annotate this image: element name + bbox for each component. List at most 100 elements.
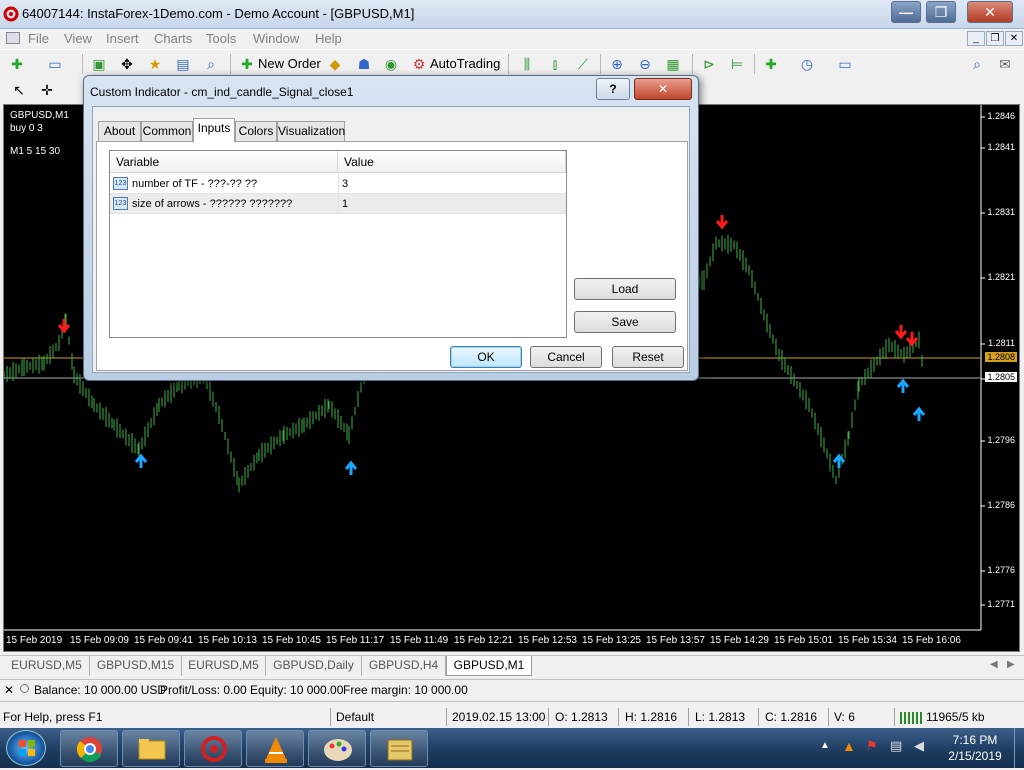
close-text: C: 1.2816: [765, 710, 818, 724]
metaeditor-icon[interactable]: ◆: [326, 55, 344, 73]
tab-about[interactable]: About: [98, 121, 141, 141]
crosshair-icon[interactable]: ✛: [38, 81, 56, 99]
ok-button[interactable]: OK: [450, 346, 522, 368]
profile-text[interactable]: Default: [336, 710, 374, 724]
menu-insert[interactable]: Insert: [106, 31, 139, 46]
taskbar-chrome[interactable]: [60, 730, 118, 767]
tray-volume-icon[interactable]: ◀: [914, 738, 924, 754]
maximize-button[interactable]: ❐: [926, 1, 956, 23]
tab-scroll-right-icon[interactable]: ▶: [1007, 659, 1015, 670]
row-value[interactable]: 1: [338, 194, 566, 214]
community-icon[interactable]: ☗: [355, 55, 373, 73]
favorites-icon[interactable]: ★: [146, 55, 164, 73]
new-chart-icon[interactable]: ✚: [8, 55, 26, 73]
title-bar: 64007144: InstaForex-1Demo.com - Demo Ac…: [0, 0, 1024, 29]
clock-date: 2/15/2019: [948, 749, 1002, 763]
low-text: L: 1.2813: [695, 710, 746, 724]
balance-icon: [20, 684, 29, 693]
profiles-icon[interactable]: ▭: [46, 55, 64, 73]
tray-vlc-icon[interactable]: ▲: [842, 738, 856, 754]
mdi-close-button[interactable]: ✕: [1005, 31, 1023, 46]
price-label: 1.2776: [987, 565, 1015, 575]
search-icon[interactable]: ⌕: [968, 55, 986, 73]
document-icon[interactable]: [6, 32, 20, 44]
time-label: 15 Feb 13:57: [646, 635, 705, 646]
row-variable: size of arrows - ?????? ???????: [132, 198, 293, 210]
tab-eurusd-m5-2[interactable]: EURUSD,M5: [182, 656, 266, 676]
tester-icon[interactable]: ⌕: [202, 55, 220, 73]
menu-window[interactable]: Window: [253, 31, 299, 46]
taskbar-vlc[interactable]: [246, 730, 304, 767]
buy-arrow: [896, 378, 910, 393]
mdi-restore-button[interactable]: ❐: [986, 31, 1004, 46]
save-button[interactable]: Save: [574, 311, 676, 333]
tray-flag-icon[interactable]: ⚑: [866, 738, 878, 754]
profit-text: Profit/Loss: 0.00: [160, 683, 247, 697]
menu-file[interactable]: File: [28, 31, 49, 46]
tab-inputs[interactable]: Inputs: [193, 118, 235, 142]
windows-logo-icon: [19, 740, 35, 756]
taskbar-explorer[interactable]: [122, 730, 180, 767]
market-watch-icon[interactable]: ▣: [90, 55, 108, 73]
time-label: 15 Feb 13:25: [582, 635, 641, 646]
bar-chart-icon[interactable]: ⫼: [518, 55, 536, 73]
autotrading-icon[interactable]: ⚙: [410, 55, 428, 73]
tab-gbpusd-m15[interactable]: GBPUSD,M15: [90, 656, 182, 676]
start-button[interactable]: [6, 730, 46, 766]
new-order-button[interactable]: New Order: [258, 54, 321, 74]
zoom-out-icon[interactable]: ⊖: [636, 55, 654, 73]
load-button[interactable]: Load: [574, 278, 676, 300]
tab-gbpusd-m1[interactable]: GBPUSD,M1: [446, 656, 532, 676]
taskbar-terminal[interactable]: [184, 730, 242, 767]
tab-visualization[interactable]: Visualization: [277, 121, 345, 141]
zoom-in-icon[interactable]: ⊕: [608, 55, 626, 73]
dialog-help-button[interactable]: ?: [596, 78, 630, 100]
terminal-icon[interactable]: ▤: [174, 55, 192, 73]
tray-expand-icon[interactable]: ▲: [820, 740, 830, 751]
taskbar-editor[interactable]: [370, 730, 428, 767]
chat-icon[interactable]: ✉: [996, 55, 1014, 73]
tile-windows-icon[interactable]: ▦: [664, 55, 682, 73]
tray-clock[interactable]: 7:16 PM 2/15/2019: [940, 732, 1010, 764]
dialog-close-button[interactable]: ✕: [634, 78, 692, 100]
show-desktop-button[interactable]: [1014, 728, 1024, 768]
minimize-button[interactable]: —: [891, 1, 921, 23]
table-row[interactable]: 123 number of TF - ???-?? ?? 3: [110, 174, 566, 194]
line-chart-icon[interactable]: ⟋: [574, 55, 592, 73]
signals-icon[interactable]: ◉: [382, 55, 400, 73]
reset-button[interactable]: Reset: [612, 346, 684, 368]
menu-charts[interactable]: Charts: [154, 31, 192, 46]
integer-type-icon: 123: [113, 177, 128, 190]
candlesticks-icon[interactable]: ⫾: [546, 55, 564, 73]
chart-shift-icon[interactable]: ⊨: [728, 55, 746, 73]
column-value[interactable]: Value: [338, 151, 566, 173]
tab-gbpusd-h4[interactable]: GBPUSD,H4: [362, 656, 446, 676]
taskbar-paint[interactable]: [308, 730, 366, 767]
tab-gbpusd-daily[interactable]: GBPUSD,Daily: [266, 656, 362, 676]
time-label: 15 Feb 12:21: [454, 635, 513, 646]
tab-scroll-left-icon[interactable]: ◀: [990, 659, 998, 670]
close-terminal-icon[interactable]: ✕: [4, 683, 14, 697]
indicators-icon[interactable]: ✚: [762, 55, 780, 73]
tab-common[interactable]: Common: [141, 121, 193, 141]
tab-colors[interactable]: Colors: [235, 121, 277, 141]
periods-icon[interactable]: ◷: [798, 55, 816, 73]
column-variable[interactable]: Variable: [110, 151, 338, 173]
table-row[interactable]: 123 size of arrows - ?????? ??????? 1: [110, 194, 566, 214]
mdi-minimize-button[interactable]: _: [967, 31, 985, 46]
cursor-icon[interactable]: ↖: [10, 81, 28, 99]
crosshair-nav-icon[interactable]: ✥: [118, 55, 136, 73]
new-order-icon[interactable]: ✚: [238, 55, 256, 73]
menu-view[interactable]: View: [64, 31, 92, 46]
cancel-button[interactable]: Cancel: [530, 346, 602, 368]
equity-text: Equity: 10 000.00: [250, 683, 344, 697]
close-button[interactable]: ✕: [967, 1, 1013, 23]
tray-network-icon[interactable]: ▤: [890, 738, 902, 754]
auto-scroll-icon[interactable]: ⊳: [700, 55, 718, 73]
menu-tools[interactable]: Tools: [206, 31, 236, 46]
tab-eurusd-m5[interactable]: EURUSD,M5: [4, 656, 90, 676]
menu-help[interactable]: Help: [315, 31, 342, 46]
templates-icon[interactable]: ▭: [836, 55, 854, 73]
row-value[interactable]: 3: [338, 174, 566, 194]
autotrading-button[interactable]: AutoTrading: [430, 54, 500, 74]
